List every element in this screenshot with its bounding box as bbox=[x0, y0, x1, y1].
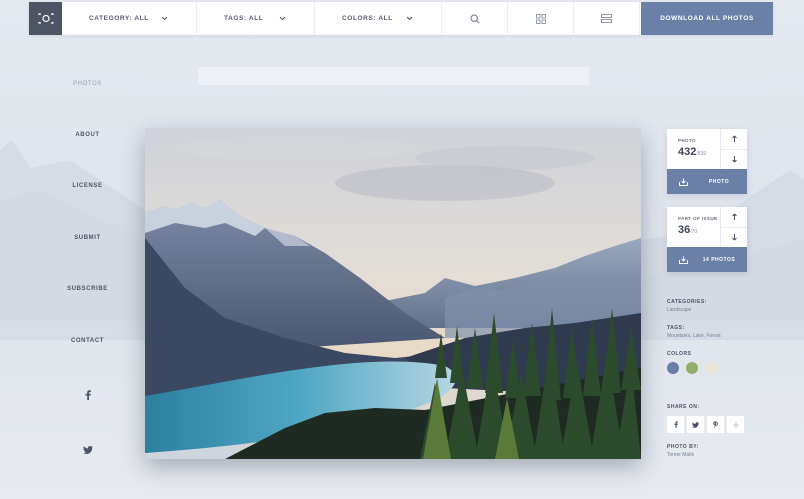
nav-subscribe[interactable]: SUBSCRIBE bbox=[60, 286, 115, 292]
issue-counter-value: 36/70 bbox=[678, 224, 698, 236]
camera-icon bbox=[37, 13, 54, 24]
share-heading: SHARE ON: bbox=[667, 404, 700, 410]
facebook-icon bbox=[85, 390, 91, 400]
download-photo-button[interactable]: PHOTO bbox=[667, 169, 747, 194]
top-bar: CATEGORY: ALL TAGS: ALL COLORS: ALL DOWN… bbox=[29, 2, 773, 35]
landscape-image bbox=[145, 128, 641, 459]
download-issue-label: 14 PHOTOS bbox=[702, 256, 736, 263]
color-swatch-cream[interactable] bbox=[705, 362, 717, 374]
grid-view-icon bbox=[535, 13, 546, 24]
arrow-down-icon bbox=[731, 233, 737, 241]
colors-filter-label: COLORS: ALL bbox=[342, 15, 393, 22]
previous-photo-button[interactable] bbox=[721, 129, 747, 149]
photographer-name[interactable]: Tomer Malik bbox=[667, 452, 699, 458]
issue-counter-card: PART OF ISSUE 36/70 14 PHOTOS bbox=[667, 207, 747, 272]
photo-counter-label: PHOTO bbox=[678, 138, 696, 143]
colors-filter[interactable]: COLORS: ALL bbox=[315, 2, 442, 35]
chevron-down-icon bbox=[161, 16, 168, 21]
nav-photos[interactable]: PHOTOS bbox=[60, 81, 115, 87]
photo-by-section: PHOTO BY: Tomer Malik bbox=[667, 444, 699, 458]
photo-counter-value: 432/839 bbox=[678, 146, 707, 158]
download-all-label: DOWNLOAD ALL PHOTOS bbox=[660, 15, 754, 22]
search-icon bbox=[469, 13, 480, 24]
category-filter-label: CATEGORY: ALL bbox=[89, 15, 149, 22]
plus-icon bbox=[732, 421, 739, 428]
chevron-down-icon bbox=[279, 16, 286, 21]
nav-contact[interactable]: CONTACT bbox=[60, 338, 115, 344]
chevron-down-icon bbox=[406, 16, 413, 21]
previous-issue-button[interactable] bbox=[721, 207, 747, 227]
logo[interactable] bbox=[29, 2, 62, 35]
pinterest-icon bbox=[712, 421, 718, 428]
color-swatch-green[interactable] bbox=[686, 362, 698, 374]
color-swatch-blue[interactable] bbox=[667, 362, 679, 374]
share-section: SHARE ON: bbox=[667, 404, 700, 410]
arrow-up-icon bbox=[731, 135, 737, 143]
category-filter[interactable]: CATEGORY: ALL bbox=[62, 2, 197, 35]
facebook-link[interactable] bbox=[80, 389, 95, 401]
arrow-down-icon bbox=[731, 155, 737, 163]
next-photo-button[interactable] bbox=[721, 148, 747, 170]
twitter-icon bbox=[692, 421, 699, 428]
next-issue-button[interactable] bbox=[721, 226, 747, 248]
colors-section: COLORS bbox=[667, 351, 691, 357]
twitter-link[interactable] bbox=[80, 444, 95, 456]
colors-heading: COLORS bbox=[667, 351, 692, 357]
photo-counter-card: PHOTO 432/839 PHOTO bbox=[667, 129, 747, 194]
download-issue-button[interactable]: 14 PHOTOS bbox=[667, 247, 747, 272]
facebook-icon bbox=[673, 421, 678, 428]
share-pinterest-button[interactable] bbox=[707, 416, 724, 433]
download-icon bbox=[678, 256, 688, 264]
grid-view-button[interactable] bbox=[508, 2, 574, 35]
tags-filter-label: TAGS: ALL bbox=[224, 15, 264, 22]
nav-about[interactable]: ABOUT bbox=[60, 132, 115, 138]
main-photo[interactable] bbox=[145, 128, 641, 459]
share-facebook-button[interactable] bbox=[667, 416, 684, 433]
categories-heading: CATEGORIES: bbox=[667, 299, 707, 305]
tags-filter[interactable]: TAGS: ALL bbox=[197, 2, 315, 35]
issue-counter-label: PART OF ISSUE bbox=[678, 216, 718, 221]
share-more-button[interactable] bbox=[727, 416, 744, 433]
tags-heading: TAGS: bbox=[667, 325, 685, 331]
arrow-up-icon bbox=[731, 213, 737, 221]
categories-value[interactable]: Landscape bbox=[667, 307, 707, 313]
nav-submit[interactable]: SUBMIT bbox=[60, 235, 115, 241]
download-icon bbox=[678, 178, 688, 186]
nav-license[interactable]: LICENSE bbox=[60, 183, 115, 189]
tags-value[interactable]: Mountains, Lake, Forest bbox=[667, 333, 721, 339]
caption-placeholder bbox=[198, 67, 589, 85]
photo-by-heading: PHOTO BY: bbox=[667, 444, 699, 450]
list-view-button[interactable] bbox=[574, 2, 640, 35]
download-photo-label: PHOTO bbox=[708, 178, 730, 185]
tags-section: TAGS: Mountains, Lake, Forest bbox=[667, 325, 721, 339]
download-all-button[interactable]: DOWNLOAD ALL PHOTOS bbox=[641, 2, 773, 35]
twitter-icon bbox=[82, 446, 93, 454]
search-button[interactable] bbox=[442, 2, 508, 35]
list-view-icon bbox=[601, 14, 612, 23]
share-twitter-button[interactable] bbox=[687, 416, 704, 433]
categories-section: CATEGORIES: Landscape bbox=[667, 299, 707, 313]
